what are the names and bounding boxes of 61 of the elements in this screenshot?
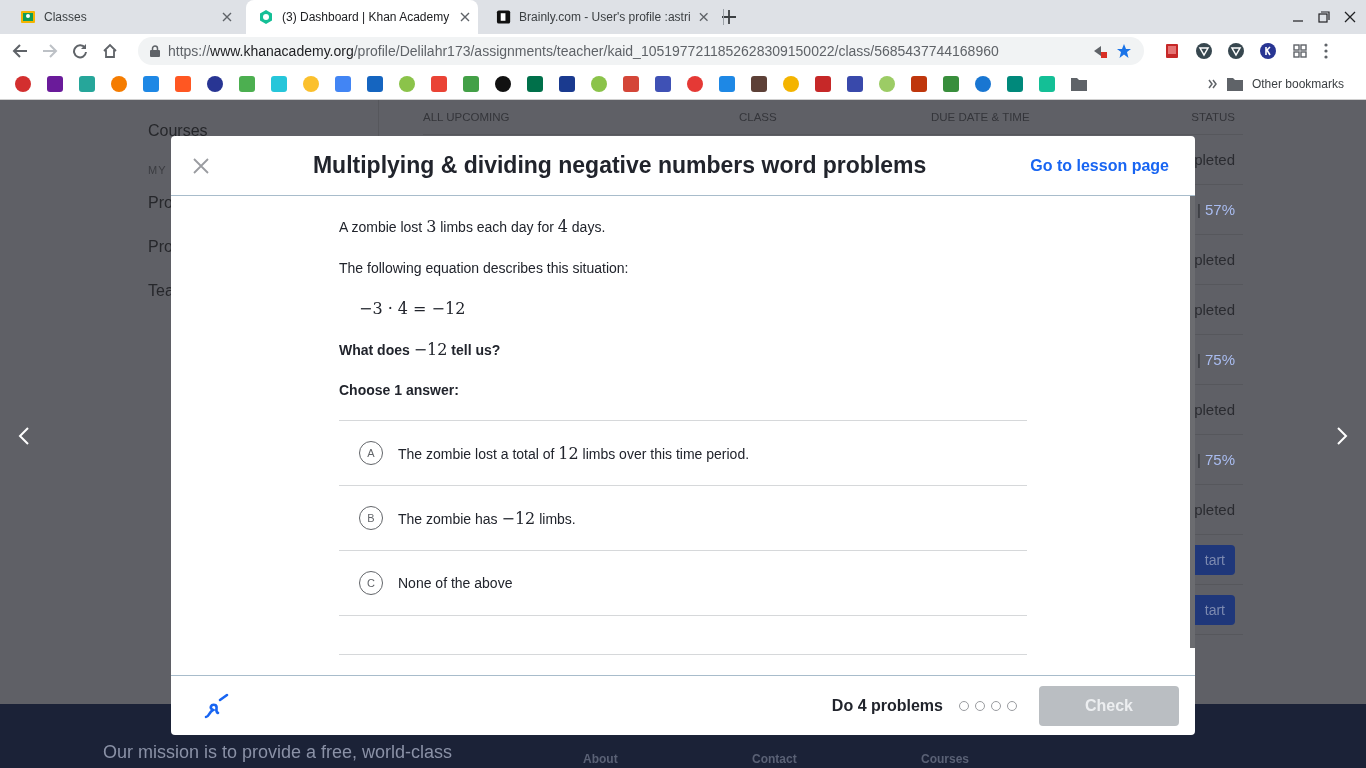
address-bar[interactable]: https://www.khanacademy.org/profile/Delilahr173/assignments/teacher/kaid_1051977211852628309150022/class/5685437744168960 <box>138 37 1144 65</box>
close-icon[interactable] <box>1344 11 1356 23</box>
url-text: https://www.khanacademy.org/profile/Delilahr173/assignments/teacher/kaid_1051977211852628309150022/class/5685437744168960 <box>168 43 1000 59</box>
hexagon-icon <box>258 9 274 25</box>
footer-link[interactable]: Courses <box>921 752 1090 768</box>
reload-icon[interactable] <box>72 43 88 59</box>
problem-count: Do 4 problems <box>831 696 943 715</box>
blocked-icon[interactable] <box>1092 43 1108 59</box>
square-logo-icon[interactable] <box>366 74 384 93</box>
answer-choice[interactable]: A The zombie lost a total of 12 limbs over this time period. <box>339 421 1027 486</box>
question-text: A zombie lost 3 limbs each day for 4 days. <box>339 217 607 237</box>
folder-icon[interactable] <box>1225 75 1244 92</box>
circle-logo-icon[interactable] <box>206 74 224 93</box>
grid-icon[interactable] <box>1292 43 1308 59</box>
bookmark-folder[interactable]: Other bookmarks <box>1251 76 1344 91</box>
square-logo-icon[interactable] <box>846 74 864 93</box>
footer-link[interactable]: Contact <box>752 752 921 768</box>
board-icon <box>20 9 36 25</box>
status-text: | 57% <box>1196 201 1235 218</box>
chevron-left-icon[interactable] <box>17 427 31 445</box>
plus-icon[interactable] <box>722 10 736 24</box>
browser-tab[interactable]: Classes <box>8 0 240 34</box>
question-text: The following equation describes this situation: <box>339 259 630 278</box>
circle-logo-icon[interactable] <box>494 74 512 93</box>
question-text: Choose 1 answer: <box>339 381 460 400</box>
question-text: What does −12 tell us? <box>339 340 502 360</box>
lesson-link[interactable]: Go to lesson page <box>1030 156 1169 175</box>
lock-icon <box>150 45 160 57</box>
modal-title: Multiplying & dividing negative numbers word problems <box>311 152 928 179</box>
book-icon[interactable] <box>1164 43 1180 59</box>
restore-icon[interactable] <box>1318 11 1330 23</box>
square-logo-icon[interactable] <box>910 74 928 93</box>
menu-icon[interactable] <box>1324 43 1328 59</box>
footer-link[interactable]: About <box>583 752 752 768</box>
browser-tab[interactable]: (3) Dashboard | Khan Academy <box>246 0 478 34</box>
answer-choice[interactable]: B The zombie has −12 limbs. <box>339 486 1027 551</box>
square-logo-icon[interactable] <box>750 74 768 93</box>
equation: −3 · 4 = −12 <box>358 299 467 319</box>
mission-text: Our mission is to provide a free, world-class <box>103 742 454 764</box>
folder-icon[interactable] <box>1070 75 1088 92</box>
status-text: | 75% <box>1196 351 1235 368</box>
shield-icon[interactable] <box>1196 43 1212 59</box>
home-icon[interactable] <box>102 43 118 59</box>
close-icon[interactable] <box>460 12 470 22</box>
answer-choice[interactable]: C None of the above <box>339 551 1027 616</box>
square-logo-icon[interactable] <box>526 74 544 93</box>
circle-logo-icon[interactable] <box>1260 43 1276 59</box>
shield-icon[interactable] <box>1228 43 1244 59</box>
chevron-right-icon[interactable] <box>1335 427 1349 445</box>
square-logo-icon[interactable] <box>46 74 64 93</box>
square-logo-icon[interactable] <box>558 74 576 93</box>
square-logo-icon[interactable] <box>622 74 640 93</box>
square-icon <box>496 9 512 25</box>
status-text: | 75% <box>1196 451 1235 468</box>
square-logo-icon[interactable] <box>814 74 832 93</box>
back-icon[interactable] <box>12 43 28 59</box>
scroll-bar[interactable] <box>1190 196 1195 648</box>
square-logo-icon[interactable] <box>1006 74 1024 93</box>
star-icon[interactable] <box>1116 43 1132 59</box>
square-logo-icon[interactable] <box>654 74 672 93</box>
chevron-icon[interactable] <box>1207 78 1218 89</box>
